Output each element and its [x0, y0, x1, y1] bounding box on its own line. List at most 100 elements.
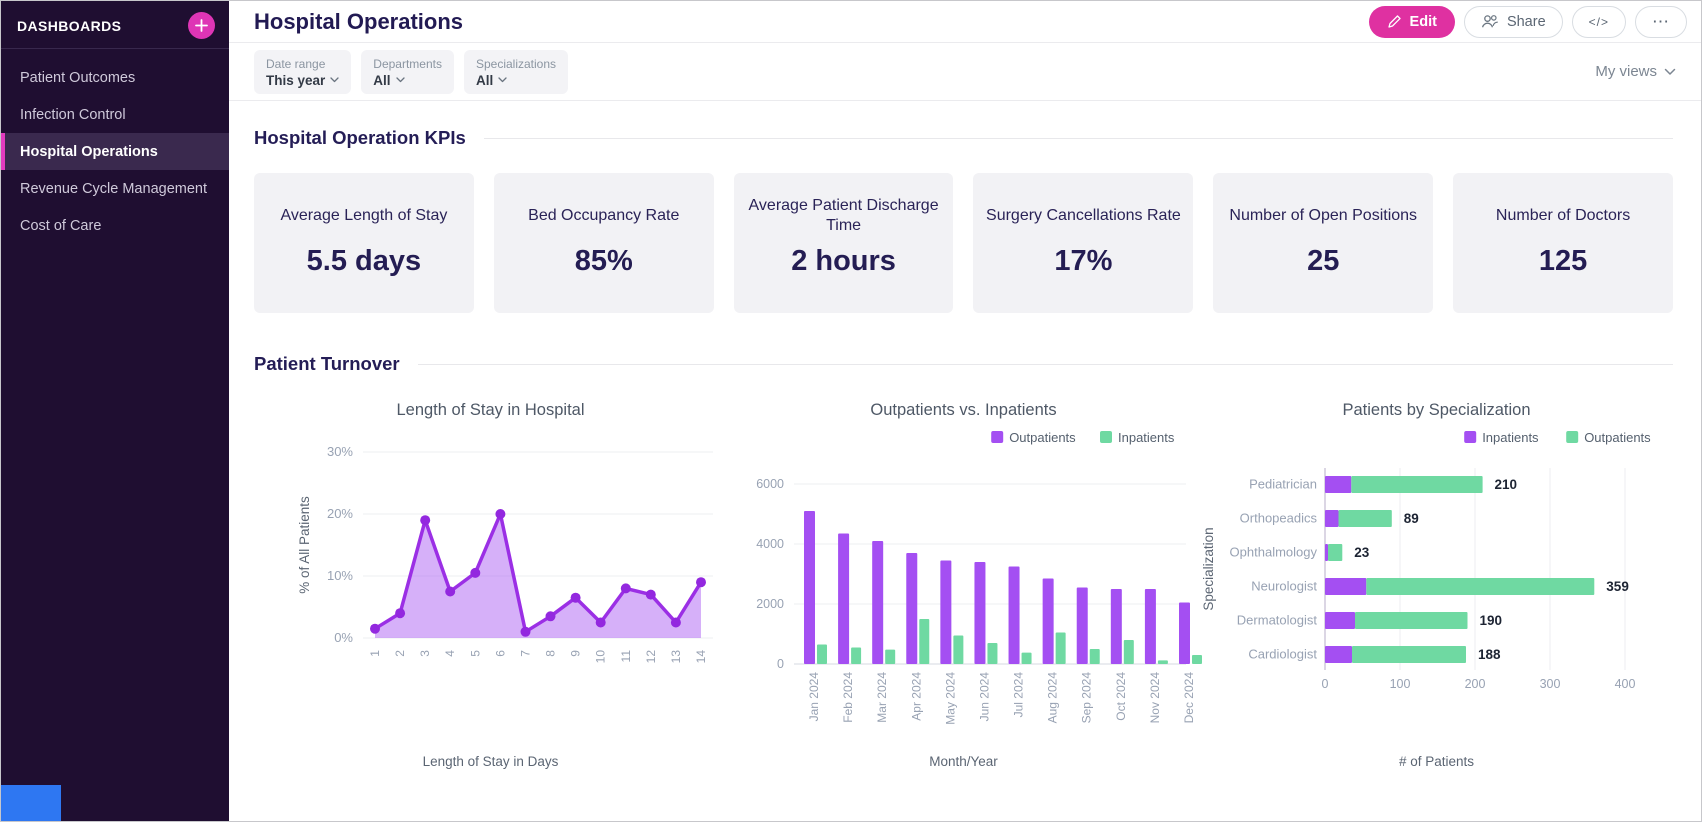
x-tick-label: 14 — [694, 650, 708, 664]
data-point[interactable] — [520, 626, 530, 637]
legend-swatch[interactable] — [1463, 431, 1476, 443]
filter-chip-value: This year — [266, 72, 326, 88]
bar-outpatients[interactable] — [939, 560, 951, 665]
legend-swatch[interactable] — [990, 431, 1003, 443]
ellipsis-icon: ⋯ — [1652, 12, 1670, 31]
data-point[interactable] — [620, 583, 631, 594]
x-tick-label: 400 — [1614, 677, 1635, 691]
data-point[interactable] — [545, 611, 555, 622]
kpi-card-average-patient-discharge-time[interactable]: Average Patient Discharge Time 2 hours — [733, 173, 954, 313]
bar-outpatients[interactable] — [1144, 589, 1156, 664]
bar-inpatients[interactable] — [1157, 660, 1168, 664]
data-point[interactable] — [570, 592, 581, 603]
bar-segment-outpatients[interactable] — [1338, 510, 1392, 527]
bar-segment-outpatients[interactable] — [1365, 578, 1594, 595]
bar-segment-inpatients[interactable] — [1324, 646, 1352, 663]
data-point[interactable] — [695, 577, 706, 588]
share-button[interactable]: Share — [1463, 5, 1563, 38]
kpi-card-value: 17% — [1054, 245, 1113, 277]
sidebar-item-label: Revenue Cycle Management — [20, 180, 207, 197]
data-point[interactable] — [444, 586, 455, 597]
bar-outpatients[interactable] — [1076, 587, 1088, 665]
kpi-card-value: 25 — [1307, 245, 1340, 277]
dashboard-list: Patient Outcomes Infection Control Hospita… — [1, 59, 229, 244]
filter-bar: Date range This year Departments All Special… — [229, 43, 1701, 101]
sidebar-item-patient-outcomes[interactable]: Patient Outcomes — [1, 59, 229, 96]
filter-chip-date-range[interactable]: Date range This year — [254, 49, 352, 94]
chart-title: Patients by Specialization — [1342, 401, 1531, 419]
kpi-card-title: Average Patient Discharge Time — [748, 197, 939, 234]
bar-inpatients[interactable] — [1123, 640, 1134, 664]
bar-segment-inpatients[interactable] — [1324, 476, 1351, 493]
bar-outpatients[interactable] — [803, 511, 815, 664]
kpi-card-value: 85% — [574, 245, 633, 277]
filter-chip-value-row: This year — [266, 73, 339, 88]
legend-swatch[interactable] — [1565, 431, 1578, 443]
filter-chip-specializations[interactable]: Specializations All — [463, 49, 569, 94]
legend-swatch[interactable] — [1099, 431, 1112, 443]
kpi-card-surgery-cancellations-rate[interactable]: Surgery Cancellations Rate 17% — [973, 173, 1194, 313]
bar-segment-outpatients[interactable] — [1354, 612, 1468, 629]
x-tick-label: Sep 2024 — [1079, 672, 1093, 724]
x-axis-label: # of Patients — [1398, 754, 1475, 769]
data-point[interactable] — [595, 617, 606, 628]
x-tick-label: 100 — [1389, 677, 1410, 691]
bar-segment-outpatients[interactable] — [1327, 544, 1342, 561]
data-point[interactable] — [670, 617, 681, 628]
kpi-card-number-of-doctors[interactable]: Number of Doctors 125 — [1453, 173, 1673, 313]
bar-inpatients[interactable] — [1055, 632, 1066, 665]
add-dashboard-button[interactable] — [188, 12, 215, 39]
bar-segment-inpatients[interactable] — [1324, 510, 1339, 527]
turnover-section-header: Patient Turnover — [254, 353, 1673, 375]
area-chart[interactable]: 0%10%20%30%% of All Patients1 2 3 4 5 6 7 8 9 10 1… — [251, 424, 731, 754]
stacked-bar-chart[interactable]: Outpatients Inpatients 0 100 200 300 400 Specia… — [1197, 424, 1677, 754]
data-point[interactable] — [369, 623, 380, 634]
category-label: Cardiologist — [1248, 647, 1317, 662]
filter-chip-departments[interactable]: Departments All — [361, 49, 454, 94]
data-point[interactable] — [419, 515, 430, 526]
charts-row: Length of Stay in Hospital 0% 10% 20% 30% % o… — [254, 401, 1673, 769]
y-axis-label: Specialization — [1201, 527, 1216, 610]
bar-outpatients[interactable] — [973, 562, 985, 664]
data-point[interactable] — [394, 608, 405, 619]
kpi-card-number-of-open-positions[interactable]: Number of Open Positions 25 — [1213, 173, 1434, 313]
bar-inpatients[interactable] — [952, 635, 963, 665]
embed-code-button[interactable]: </> — [1571, 5, 1626, 38]
bar-outpatients[interactable] — [905, 553, 917, 664]
chart-title: Outpatients vs. Inpatients — [870, 401, 1057, 419]
bar-inpatients[interactable] — [1021, 652, 1032, 664]
more-options-button[interactable]: ⋯ — [1635, 5, 1687, 38]
sidebar-item-cost-of-care[interactable]: Cost of Care — [1, 207, 229, 244]
sidebar-item-hospital-operations[interactable]: Hospital Operations — [1, 133, 229, 170]
bar-outpatients[interactable] — [1008, 566, 1020, 665]
bar-inpatients[interactable] — [918, 619, 929, 664]
bar-inpatients[interactable] — [884, 649, 895, 664]
bar-segment-outpatients[interactable] — [1350, 476, 1483, 493]
bar-outpatients[interactable] — [871, 541, 883, 664]
bar-inpatients[interactable] — [850, 647, 861, 665]
bar-segment-inpatients[interactable] — [1324, 578, 1366, 595]
bar-outpatients[interactable] — [1110, 589, 1122, 664]
my-views-dropdown[interactable]: My views — [1595, 63, 1676, 80]
bar-outpatients[interactable] — [837, 533, 849, 665]
bar-inpatients[interactable] — [986, 643, 997, 664]
bar-segment-inpatients[interactable] — [1324, 612, 1355, 629]
bottom-left-blue-element[interactable] — [1, 785, 61, 821]
bar-inpatients[interactable] — [1089, 649, 1100, 664]
bar-outpatients[interactable] — [1042, 578, 1054, 665]
grouped-bar-chart[interactable]: Inpatients Outpatients 0 2000 4000 6000 Jan 20… — [724, 424, 1204, 754]
bar-segment-outpatients[interactable] — [1351, 646, 1466, 663]
data-point[interactable] — [645, 589, 656, 600]
data-point[interactable] — [494, 509, 505, 519]
bar-inpatients[interactable] — [816, 644, 827, 665]
data-point[interactable] — [469, 567, 480, 578]
x-tick-label: 9 — [568, 650, 582, 657]
edit-button[interactable]: Edit — [1368, 5, 1455, 38]
bar-outpatients[interactable] — [1178, 602, 1190, 665]
sidebar-item-infection-control[interactable]: Infection Control — [1, 96, 229, 133]
bar-segment-inpatients[interactable] — [1324, 544, 1328, 561]
kpi-card-bed-occupancy-rate[interactable]: Bed Occupancy Rate 85% — [493, 173, 714, 313]
y-tick-label: 10% — [326, 568, 352, 583]
sidebar-item-revenue-cycle-management[interactable]: Revenue Cycle Management — [1, 170, 229, 207]
kpi-card-average-length-of-stay[interactable]: Average Length of Stay 5.5 days — [254, 173, 474, 313]
